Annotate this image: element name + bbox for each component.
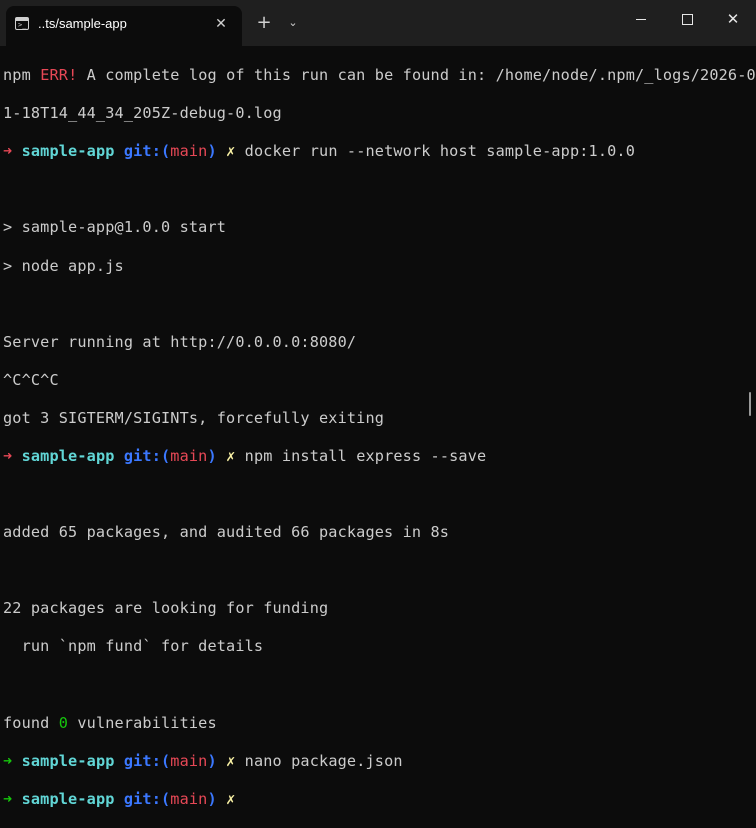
terminal-line: found 0 vulnerabilities: [3, 713, 217, 732]
terminal-line: ^C^C^C: [3, 370, 59, 389]
prompt-line: ➜ sample-app git:(main) ✗ npm install ex…: [3, 446, 487, 465]
error-label: ERR!: [40, 66, 78, 85]
terminal-line: npm ERR! A complete log of this run can …: [3, 66, 756, 85]
prompt-line: ➜ sample-app git:(main) ✗ nano package.j…: [3, 751, 403, 770]
command-text: docker run --network host sample-app:1.0…: [244, 142, 636, 161]
terminal-line: > sample-app@1.0.0 start: [3, 218, 227, 237]
minimize-button[interactable]: [618, 0, 664, 38]
chevron-down-icon[interactable]: ⌄: [284, 12, 302, 34]
new-tab-button[interactable]: +: [253, 12, 275, 34]
prompt-arrow-icon: ➜: [3, 751, 13, 770]
close-tab-icon[interactable]: ✕: [210, 13, 232, 35]
terminal-output[interactable]: npm ERR! A complete log of this run can …: [3, 47, 756, 808]
maximize-button[interactable]: [664, 0, 710, 38]
prompt-dir: sample-app: [21, 142, 115, 161]
git-branch: main: [170, 789, 208, 808]
git-branch: main: [170, 751, 208, 770]
terminal-line: 22 packages are looking for funding: [3, 599, 329, 618]
prompt-arrow-icon: ➜: [3, 446, 13, 465]
terminal-line: added 65 packages, and audited 66 packag…: [3, 523, 450, 542]
terminal-line: got 3 SIGTERM/SIGINTs, forcefully exitin…: [3, 408, 385, 427]
scrollbar[interactable]: [749, 392, 751, 416]
prompt-dir: sample-app: [21, 446, 115, 465]
git-branch: main: [170, 446, 208, 465]
vulnerability-count: 0: [58, 713, 69, 732]
dirty-mark-icon: ✗: [226, 751, 236, 770]
terminal-line: > node app.js: [3, 256, 124, 275]
dirty-mark-icon: ✗: [226, 142, 236, 161]
command-text: nano package.json: [244, 751, 403, 770]
prompt-dir: sample-app: [21, 751, 115, 770]
terminal-line: 1-18T14_44_34_205Z-debug-0.log: [3, 104, 282, 123]
dirty-mark-icon: ✗: [226, 446, 236, 465]
prompt-arrow-icon: ➜: [3, 789, 13, 808]
title-bar: >_ ..ts/sample-app ✕ + ⌄ ✕: [0, 0, 756, 46]
dirty-mark-icon: ✗: [226, 789, 236, 808]
minimize-icon: [636, 19, 646, 20]
prompt-arrow-icon: ➜: [3, 142, 13, 161]
terminal-tab[interactable]: >_ ..ts/sample-app ✕: [6, 6, 242, 46]
prompt-line: ➜ sample-app git:(main) ✗: [3, 789, 236, 808]
maximize-icon: [681, 14, 693, 25]
terminal-line: run `npm fund` for details: [3, 637, 264, 656]
close-window-button[interactable]: ✕: [710, 0, 756, 38]
prompt-dir: sample-app: [21, 789, 115, 808]
tab-title: ..ts/sample-app: [38, 16, 127, 31]
prompt-line: ➜ sample-app git:(main) ✗ docker run --n…: [3, 142, 636, 161]
terminal-line: Server running at http://0.0.0.0:8080/: [3, 332, 357, 351]
git-branch: main: [170, 142, 208, 161]
command-text: npm install express --save: [244, 446, 487, 465]
terminal-icon: >_: [15, 17, 29, 30]
